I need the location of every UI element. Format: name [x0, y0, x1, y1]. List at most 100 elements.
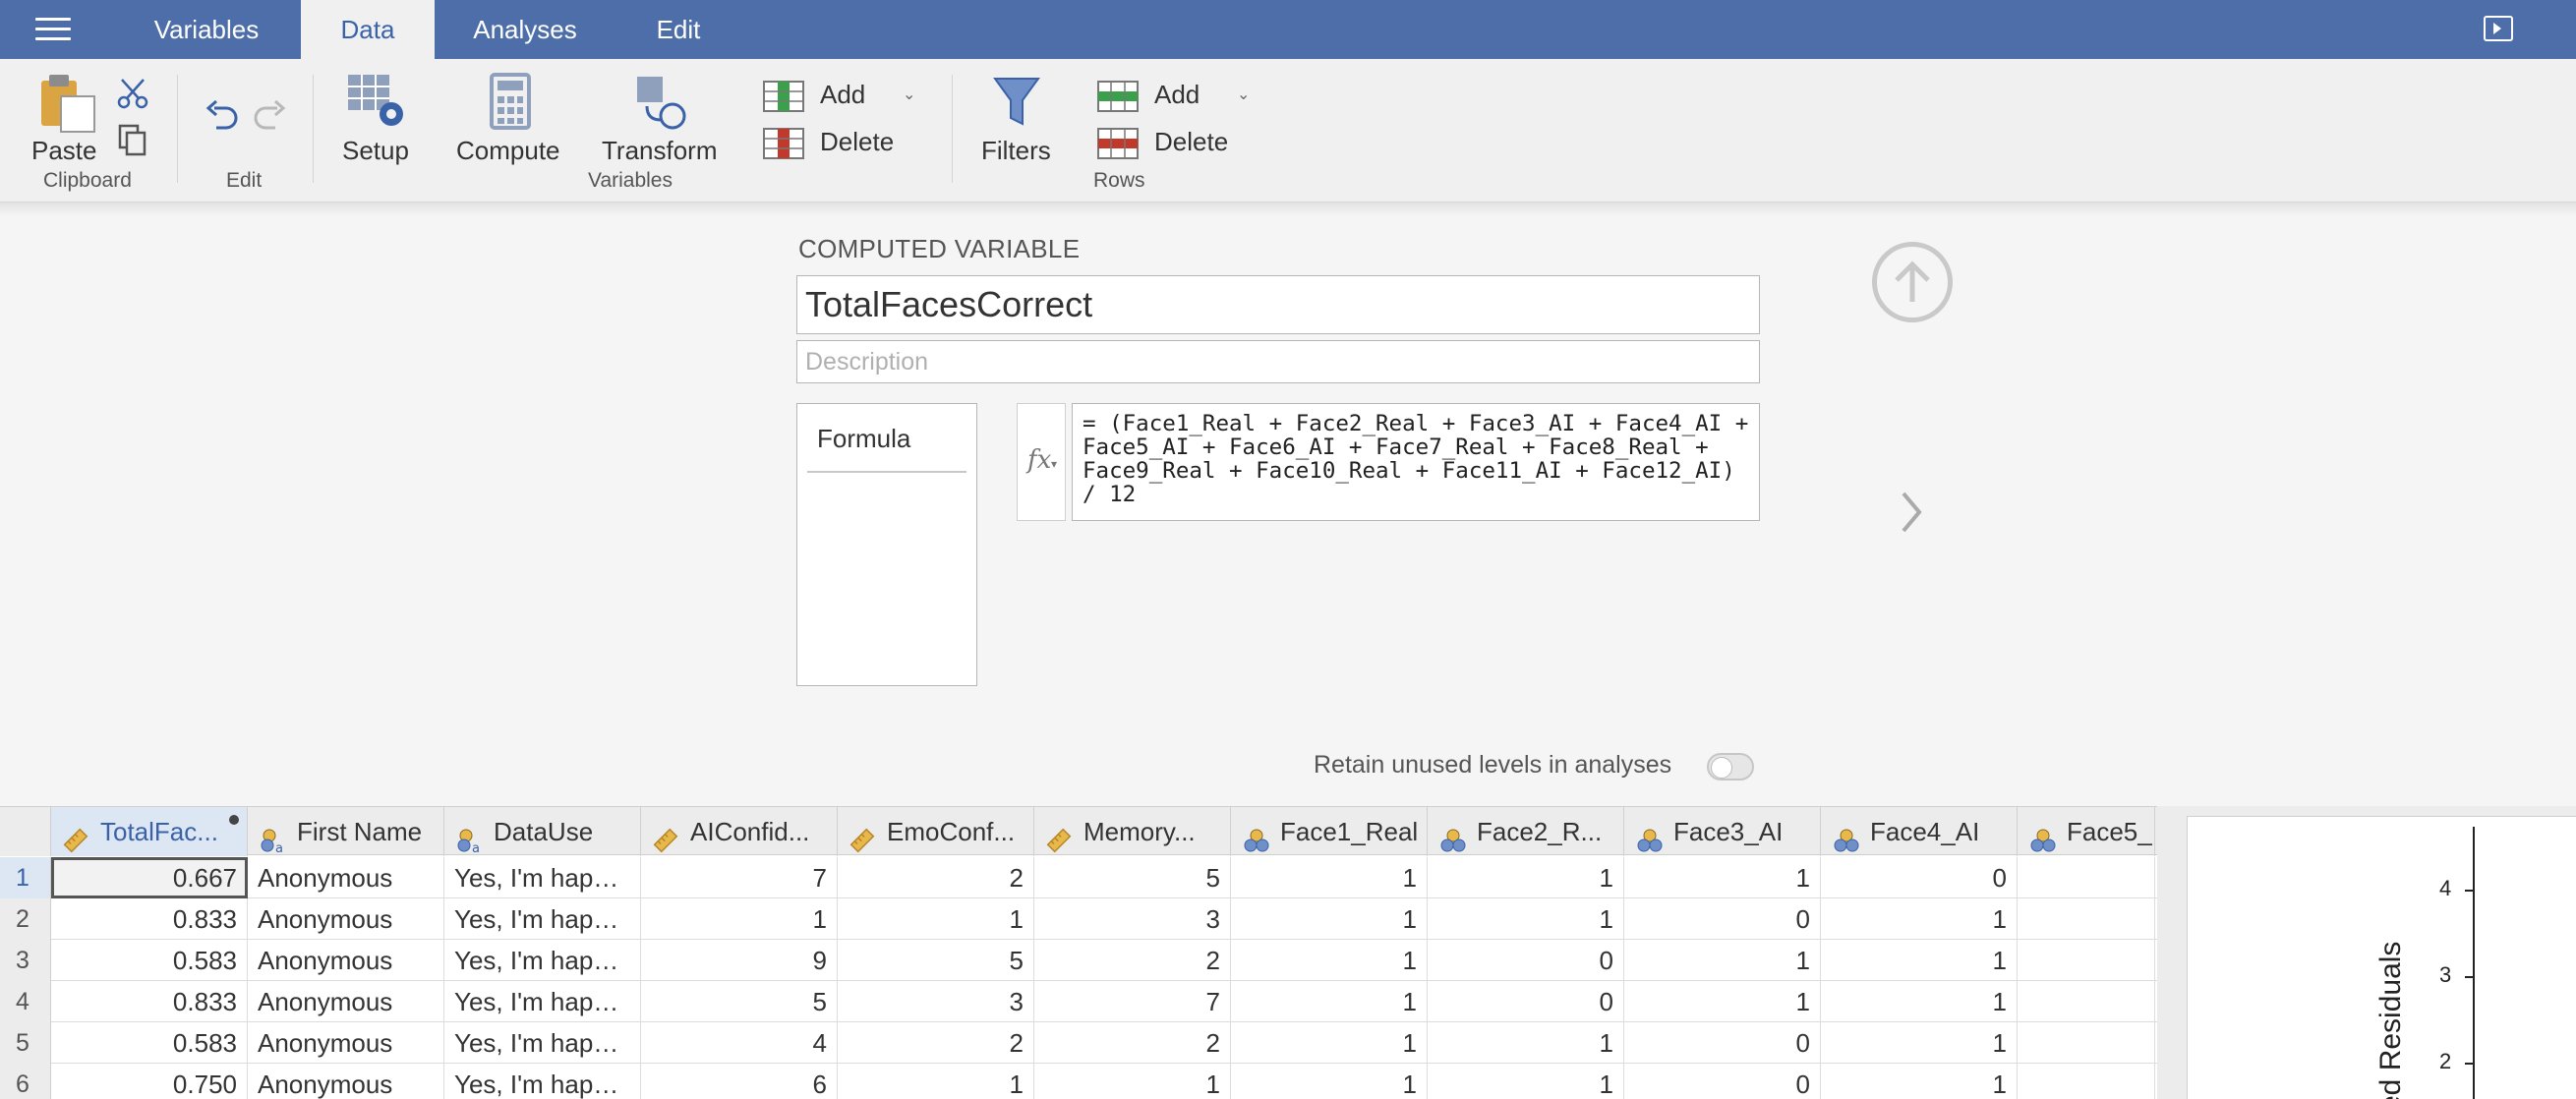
tab-analyses[interactable]: Analyses	[448, 0, 602, 59]
row-number[interactable]: 1	[0, 857, 51, 898]
table-cell[interactable]	[2018, 857, 2155, 898]
table-cell[interactable]: 0	[1428, 981, 1624, 1022]
table-cell[interactable]: 1	[1231, 940, 1428, 981]
redo-icon[interactable]	[252, 100, 287, 132]
hamburger-menu-icon[interactable]	[35, 18, 71, 43]
table-cell[interactable]: 1	[641, 898, 838, 940]
table-cell[interactable]: 1	[1821, 1064, 2018, 1099]
table-cell[interactable]: 5	[838, 940, 1034, 981]
table-cell[interactable]: 1	[1428, 1064, 1624, 1099]
copy-icon[interactable]	[118, 124, 147, 157]
table-cell[interactable]: 7	[641, 857, 838, 898]
column-header[interactable]: Face2_R...	[1428, 807, 1624, 856]
table-cell[interactable]: 0.667	[51, 857, 248, 898]
table-cell[interactable]: 1	[1231, 857, 1428, 898]
table-cell[interactable]: Anonymous	[248, 1064, 444, 1099]
panel-toggle-icon[interactable]	[2484, 16, 2513, 41]
table-cell[interactable]: 1	[1231, 898, 1428, 940]
table-cell[interactable]: 0.750	[51, 1064, 248, 1099]
table-cell[interactable]: 2	[1034, 1022, 1231, 1064]
table-cell[interactable]: 1	[1821, 940, 2018, 981]
table-cell[interactable]: 1	[1034, 1064, 1231, 1099]
table-cell[interactable]: 1	[1624, 940, 1821, 981]
table-cell[interactable]: 6	[641, 1064, 838, 1099]
table-cell[interactable]: Yes, I'm hap…	[444, 1022, 641, 1064]
table-cell[interactable]: 3	[1034, 898, 1231, 940]
table-cell[interactable]: Anonymous	[248, 898, 444, 940]
table-cell[interactable]: 5	[641, 981, 838, 1022]
table-cell[interactable]	[2018, 898, 2155, 940]
table-cell[interactable]: 2	[1034, 940, 1231, 981]
formula-input[interactable]: = (Face1_Real + Face2_Real + Face3_AI + …	[1072, 403, 1760, 521]
function-picker-button[interactable]: fx ▾	[1017, 403, 1066, 521]
row-number[interactable]: 6	[0, 1064, 51, 1099]
table-cell[interactable]: 0	[1624, 1064, 1821, 1099]
table-cell[interactable]: 4	[641, 1022, 838, 1064]
table-cell[interactable]: Yes, I'm hap…	[444, 940, 641, 981]
variable-name-input[interactable]	[796, 275, 1760, 334]
table-cell[interactable]: Yes, I'm hap…	[444, 857, 641, 898]
undo-icon[interactable]	[205, 100, 240, 132]
chevron-down-icon[interactable]: ⌄	[1237, 85, 1250, 104]
table-cell[interactable]: Anonymous	[248, 1022, 444, 1064]
row-number[interactable]: 2	[0, 898, 51, 940]
table-cell[interactable]: 3	[838, 981, 1034, 1022]
chevron-right-icon[interactable]	[1900, 490, 1923, 535]
table-cell[interactable]: 0.833	[51, 981, 248, 1022]
row-number[interactable]: 4	[0, 981, 51, 1022]
table-cell[interactable]: Anonymous	[248, 857, 444, 898]
table-cell[interactable]: 2	[838, 1022, 1034, 1064]
table-cell[interactable]: Yes, I'm hap…	[444, 981, 641, 1022]
column-header[interactable]: Face1_Real	[1231, 807, 1428, 856]
table-cell[interactable]: 5	[1034, 857, 1231, 898]
row-number[interactable]: 5	[0, 1022, 51, 1064]
table-cell[interactable]: 0	[1428, 940, 1624, 981]
table-cell[interactable]: 0.583	[51, 940, 248, 981]
table-cell[interactable]: 2	[838, 857, 1034, 898]
table-cell[interactable]: 0.833	[51, 898, 248, 940]
table-cell[interactable]: 0	[1624, 1022, 1821, 1064]
table-cell[interactable]: 1	[1428, 1022, 1624, 1064]
table-cell[interactable]: 1	[1624, 857, 1821, 898]
row-number[interactable]: 3	[0, 940, 51, 981]
collapse-up-button[interactable]	[1872, 242, 1953, 322]
table-cell[interactable]: 9	[641, 940, 838, 981]
column-header[interactable]: Face5_	[2018, 807, 2155, 856]
table-cell[interactable]	[2018, 1022, 2155, 1064]
table-cell[interactable]: 1	[1821, 981, 2018, 1022]
tab-variables[interactable]: Variables	[126, 0, 287, 59]
table-cell[interactable]: 1	[1231, 1064, 1428, 1099]
column-header[interactable]: a First Name	[248, 807, 444, 856]
cut-icon[interactable]	[116, 77, 149, 110]
table-cell[interactable]: 1	[1821, 898, 2018, 940]
table-cell[interactable]: Yes, I'm hap…	[444, 898, 641, 940]
table-cell[interactable]: 1	[1428, 857, 1624, 898]
column-header[interactable]: Face4_AI	[1821, 807, 2018, 856]
table-cell[interactable]: 1	[1231, 1022, 1428, 1064]
column-header[interactable]: Memory...	[1034, 807, 1231, 856]
tab-edit[interactable]: Edit	[621, 0, 735, 59]
chevron-down-icon[interactable]: ⌄	[903, 85, 915, 104]
table-cell[interactable]: 1	[1231, 981, 1428, 1022]
table-cell[interactable]: 0	[1624, 898, 1821, 940]
table-cell[interactable]	[2018, 981, 2155, 1022]
table-cell[interactable]: Anonymous	[248, 940, 444, 981]
formula-tab[interactable]: Formula	[817, 424, 910, 454]
table-cell[interactable]: 0	[1821, 857, 2018, 898]
table-cell[interactable]: 1	[838, 1064, 1034, 1099]
table-cell[interactable]: Anonymous	[248, 981, 444, 1022]
table-cell[interactable]	[2018, 940, 2155, 981]
tab-data[interactable]: Data	[301, 0, 435, 59]
retain-unused-levels-toggle[interactable]	[1707, 753, 1754, 781]
column-header[interactable]: a DataUse	[444, 807, 641, 856]
table-cell[interactable]: Yes, I'm hap…	[444, 1064, 641, 1099]
table-cell[interactable]: 1	[1428, 898, 1624, 940]
column-header[interactable]: Face3_AI	[1624, 807, 1821, 856]
column-header[interactable]: EmoConf...	[838, 807, 1034, 856]
column-header[interactable]: AIConfid...	[641, 807, 838, 856]
column-header[interactable]: TotalFac...	[51, 807, 248, 856]
table-cell[interactable]	[2018, 1064, 2155, 1099]
table-cell[interactable]: 0.583	[51, 1022, 248, 1064]
description-input[interactable]	[796, 340, 1760, 383]
table-cell[interactable]: 1	[1624, 981, 1821, 1022]
